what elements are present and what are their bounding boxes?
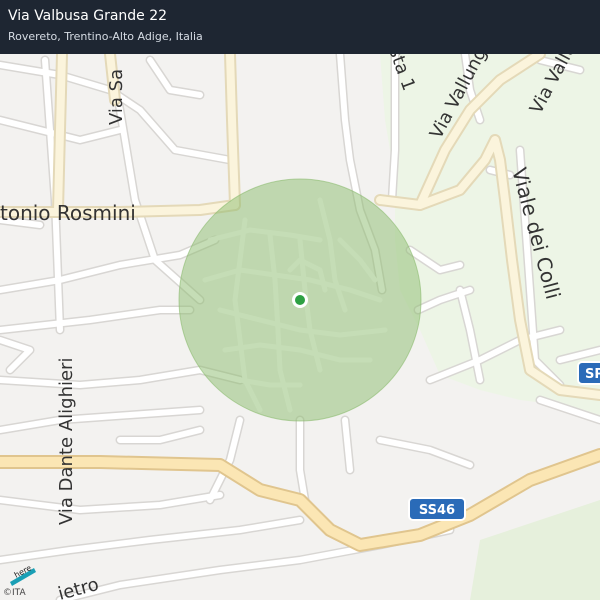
- street-label-san: Via Sa: [106, 69, 127, 125]
- address-subtitle: Rovereto, Trentino-Alto Adige, Italia: [8, 30, 203, 43]
- map-canvas[interactable]: tonio Rosmini Via Dante Alighieri Via Sa…: [0, 0, 600, 600]
- street-label-rosmini: tonio Rosmini: [0, 201, 136, 225]
- address-header: Via Valbusa Grande 22 Rovereto, Trentino…: [0, 0, 600, 54]
- attribution: ©ITA: [3, 588, 26, 598]
- svg-text:SP: SP: [585, 367, 600, 382]
- address-title: Via Valbusa Grande 22: [8, 8, 168, 24]
- ss46-shield: SS46: [408, 497, 466, 521]
- svg-text:SS46: SS46: [419, 503, 455, 518]
- here-logo: here: [10, 564, 36, 586]
- street-label-dante: Via Dante Alighieri: [56, 358, 77, 525]
- location-marker[interactable]: [295, 295, 305, 305]
- sp-shield: SP: [577, 361, 600, 385]
